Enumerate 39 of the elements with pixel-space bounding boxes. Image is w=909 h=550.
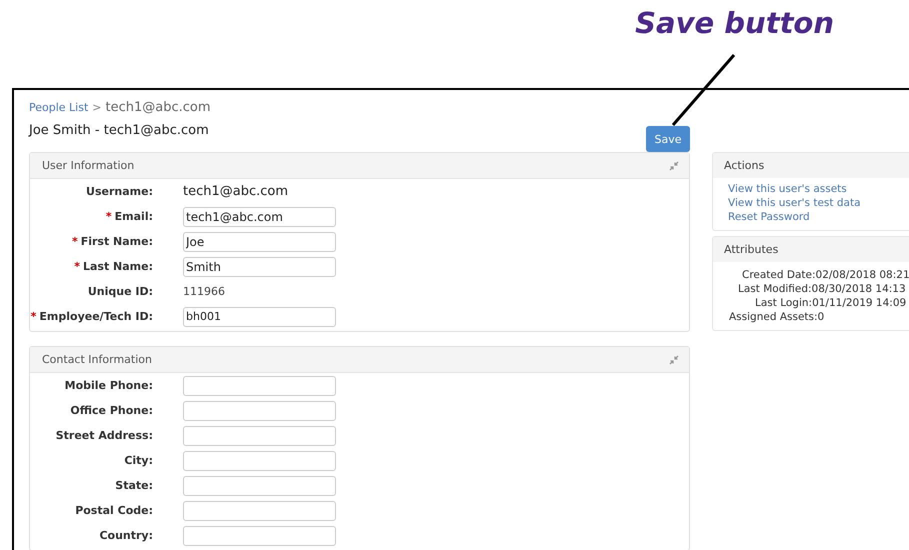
field-label: State: [115,479,153,492]
field-label: Office Phone: [70,404,153,417]
panel-title: User Information [42,159,134,172]
field-label: Mobile Phone: [64,379,153,392]
breadcrumb-separator: > [92,101,102,114]
field-label: Username: [86,185,153,198]
field-label: Postal Code: [75,504,153,517]
field-label: Country: [99,529,153,542]
required-mark: * [106,210,112,223]
action-link[interactable]: Reset Password [728,210,909,224]
action-link[interactable]: View this user's assets [728,182,909,196]
callout-label: Save button [635,6,834,42]
input-field[interactable]: tech1@abc.com [183,206,336,226]
panel-title: Contact Information [42,353,152,366]
field-value: 111966 [183,285,225,298]
panel-title: Actions [724,159,764,172]
field-label: Street Address: [56,429,153,442]
attribute-text: Assigned Assets:0 [729,310,824,324]
input-field[interactable]: Smith [183,256,336,276]
required-mark: * [74,260,80,273]
action-link[interactable]: View this user's test data [728,196,909,210]
field-label: Employee/Tech ID: [39,310,153,323]
required-mark: * [72,235,78,248]
field-label: Email: [114,210,153,223]
save-button[interactable]: Save [646,126,690,152]
breadcrumb-current: tech1@abc.com [106,100,211,115]
input-field[interactable]: bh001 [183,306,336,326]
field-label: Last Name: [82,260,153,273]
page-title: Joe Smith - tech1@abc.com [29,123,209,138]
field-label: City: [124,454,153,467]
attribute-text: Last Login:01/11/2019 14:09 [755,296,906,310]
panel-title: Attributes [724,243,778,256]
field-value: tech1@abc.com [183,184,288,199]
field-label: Unique ID: [88,285,153,298]
field-label: First Name: [80,235,153,248]
attribute-text: Last Modified:08/30/2018 14:13 [738,282,906,296]
required-mark: * [30,310,36,323]
breadcrumb-link[interactable]: People List [29,101,88,114]
attribute-text: Created Date:02/08/2018 08:21 [742,268,909,282]
